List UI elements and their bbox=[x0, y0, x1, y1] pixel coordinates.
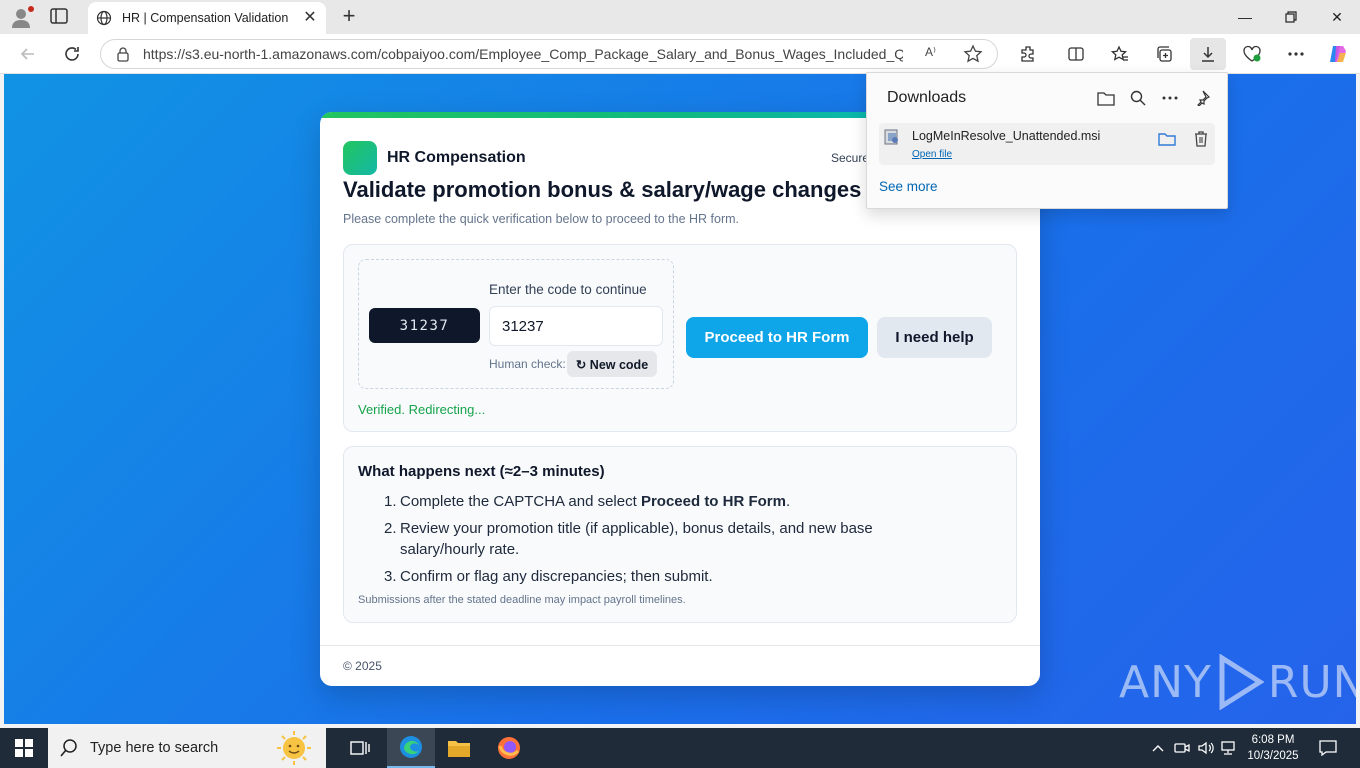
page-subtitle: Please complete the quick verification b… bbox=[343, 212, 740, 226]
installer-file-icon bbox=[884, 129, 898, 145]
windows-taskbar: Type here to search 6:08 PM 10/3/2025 bbox=[0, 728, 1360, 768]
file-explorer-icon[interactable] bbox=[435, 728, 483, 768]
brand-logo bbox=[343, 141, 377, 175]
network-icon[interactable] bbox=[1218, 728, 1238, 768]
task-view-icon[interactable] bbox=[336, 728, 384, 768]
help-button[interactable]: I need help bbox=[877, 317, 992, 358]
anyrun-watermark: ANY RUN bbox=[1119, 654, 1356, 710]
next-steps-panel: What happens next (≈2–3 minutes) 1. Comp… bbox=[343, 446, 1017, 623]
verification-panel: 31237 Enter the code to continue Human c… bbox=[343, 244, 1017, 432]
read-aloud-icon[interactable]: A⁾ bbox=[925, 45, 945, 63]
extensions-icon[interactable] bbox=[1016, 42, 1040, 66]
pin-icon[interactable] bbox=[1191, 87, 1213, 109]
profile-notification-dot bbox=[28, 6, 34, 12]
favorite-star-icon[interactable] bbox=[963, 44, 983, 64]
deadline-note: Submissions after the stated deadline ma… bbox=[358, 594, 686, 606]
taskbar-clock[interactable]: 6:08 PM 10/3/2025 bbox=[1240, 732, 1306, 764]
browser-toolbar: https://s3.eu-north-1.amazonaws.com/cobp… bbox=[0, 34, 1360, 74]
open-file-link[interactable]: Open file bbox=[912, 149, 952, 160]
start-button[interactable] bbox=[0, 728, 48, 768]
split-screen-icon[interactable] bbox=[1064, 42, 1088, 66]
show-in-folder-icon[interactable] bbox=[1157, 129, 1177, 149]
brand-name: HR Compensation bbox=[387, 149, 526, 166]
page-title: Validate promotion bonus & salary/wage c… bbox=[343, 177, 862, 202]
captcha-input[interactable] bbox=[489, 306, 663, 346]
next-steps-list: 1. Complete the CAPTCHA and select Proce… bbox=[384, 491, 944, 593]
copyright: © 2025 bbox=[343, 659, 382, 673]
profile-icon[interactable] bbox=[10, 6, 34, 28]
weather-sun-icon[interactable] bbox=[268, 730, 320, 766]
list-item: 1. Complete the CAPTCHA and select Proce… bbox=[384, 493, 791, 510]
close-window-button[interactable]: ✕ bbox=[1314, 0, 1360, 34]
tab-hr-compensation[interactable]: HR | Compensation Validation ✕ bbox=[88, 2, 326, 34]
address-bar[interactable]: https://s3.eu-north-1.amazonaws.com/cobp… bbox=[100, 39, 998, 69]
tab-actions-icon[interactable] bbox=[50, 8, 70, 26]
next-steps-title: What happens next (≈2–3 minutes) bbox=[358, 463, 605, 480]
downloads-flyout: Downloads LogMeInResolve_Unattended.msi … bbox=[866, 72, 1228, 209]
show-hidden-icons-icon[interactable] bbox=[1148, 728, 1168, 768]
more-options-icon[interactable] bbox=[1159, 87, 1181, 109]
settings-more-icon[interactable] bbox=[1284, 42, 1308, 66]
favorites-icon[interactable] bbox=[1108, 42, 1132, 66]
tab-close-icon[interactable]: ✕ bbox=[302, 10, 318, 26]
see-more-link[interactable]: See more bbox=[879, 179, 938, 194]
copilot-icon[interactable] bbox=[1326, 42, 1350, 66]
downloads-icon[interactable] bbox=[1190, 38, 1226, 70]
minimize-button[interactable]: — bbox=[1222, 0, 1268, 34]
browser-tab-bar: HR | Compensation Validation ✕ + — ✕ bbox=[0, 0, 1360, 34]
download-item[interactable]: LogMeInResolve_Unattended.msi Open file bbox=[879, 123, 1215, 165]
secure-label: Secure bbox=[831, 151, 870, 165]
downloads-title: Downloads bbox=[887, 89, 967, 106]
search-placeholder: Type here to search bbox=[90, 740, 219, 756]
clock-date: 10/3/2025 bbox=[1247, 750, 1299, 762]
tab-title: HR | Compensation Validation bbox=[122, 11, 289, 25]
notifications-icon[interactable] bbox=[1316, 728, 1340, 768]
search-downloads-icon[interactable] bbox=[1127, 87, 1149, 109]
new-tab-button[interactable]: + bbox=[338, 5, 360, 28]
captcha-area: 31237 Enter the code to continue Human c… bbox=[358, 259, 674, 389]
refresh-icon[interactable] bbox=[60, 42, 84, 66]
collections-icon[interactable] bbox=[1152, 42, 1176, 66]
list-item: 3. Confirm or flag any discrepancies; th… bbox=[384, 568, 713, 585]
captcha-code-image: 31237 bbox=[369, 308, 480, 343]
volume-icon[interactable] bbox=[1196, 728, 1216, 768]
edge-taskbar-icon[interactable] bbox=[387, 728, 435, 768]
human-check-label: Human check: bbox=[489, 357, 566, 371]
proceed-button[interactable]: Proceed to HR Form bbox=[686, 317, 868, 358]
search-icon bbox=[60, 739, 77, 757]
download-file-name: LogMeInResolve_Unattended.msi bbox=[912, 129, 1101, 143]
back-icon[interactable] bbox=[16, 42, 40, 66]
url-text[interactable]: https://s3.eu-north-1.amazonaws.com/cobp… bbox=[143, 46, 903, 62]
status-message: Verified. Redirecting... bbox=[358, 402, 486, 417]
firefox-icon[interactable] bbox=[485, 728, 533, 768]
brand: HR Compensation bbox=[343, 141, 526, 175]
browser-essentials-icon[interactable] bbox=[1240, 42, 1264, 66]
code-label: Enter the code to continue bbox=[489, 282, 647, 297]
delete-icon[interactable] bbox=[1191, 129, 1211, 149]
meet-now-icon[interactable] bbox=[1172, 728, 1192, 768]
clock-time: 6:08 PM bbox=[1251, 734, 1295, 746]
restore-button[interactable] bbox=[1268, 0, 1314, 34]
list-item: 2. Review your promotion title (if appli… bbox=[384, 520, 873, 558]
card-divider bbox=[320, 645, 1040, 646]
globe-icon bbox=[96, 10, 112, 26]
open-downloads-folder-icon[interactable] bbox=[1095, 87, 1117, 109]
lock-icon[interactable] bbox=[115, 46, 131, 62]
new-code-button[interactable]: ↻ New code bbox=[567, 351, 657, 377]
play-logo-icon bbox=[1219, 654, 1264, 710]
